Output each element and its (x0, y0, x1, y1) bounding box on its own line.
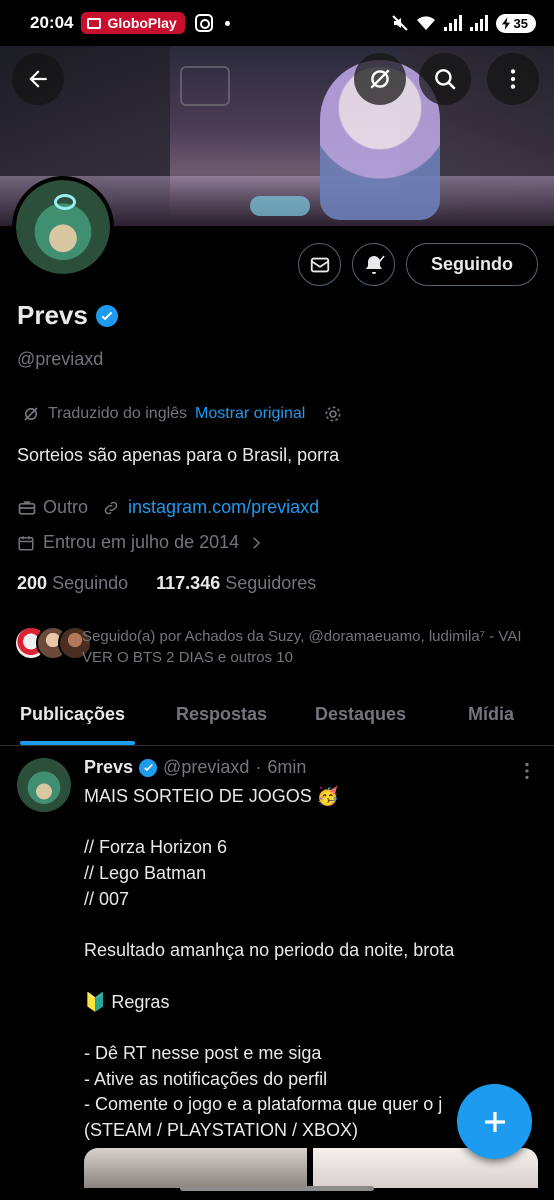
search-button[interactable] (419, 53, 471, 105)
joined-row[interactable]: Entrou em julho de 2014 (17, 532, 265, 553)
profile-name: Prevs (17, 300, 88, 330)
calendar-icon (18, 535, 34, 550)
message-button[interactable] (298, 243, 341, 286)
profile-name-row: Prevs (17, 300, 118, 331)
home-indicator[interactable] (180, 1186, 374, 1191)
notification-dot (224, 20, 230, 26)
notifications-button[interactable] (352, 243, 395, 286)
tv-icon (87, 17, 102, 29)
tweet-author-name[interactable]: Prevs (84, 757, 133, 778)
mail-icon (310, 257, 329, 272)
globoplay-label: GloboPlay (107, 15, 177, 31)
translation-row: Traduzido do inglês Mostrar original (22, 404, 343, 424)
signal-icon-2 (469, 15, 488, 31)
signal-icon (443, 15, 462, 31)
profile-tabs: Publicações Respostas Destaques Mídia (0, 690, 554, 746)
followed-by-text[interactable]: Seguido(a) por Achados da Suzy, @doramae… (82, 626, 542, 668)
verified-badge-icon (95, 304, 118, 327)
following-count-link[interactable]: 200 Seguindo (17, 573, 128, 594)
profile-category: Outro (43, 497, 89, 517)
translate-toggle-button[interactable] (354, 53, 406, 105)
follow-counts: 200 Seguindo 117.346 Seguidores (17, 573, 316, 594)
charging-icon (501, 16, 510, 30)
active-tab-indicator (20, 741, 135, 745)
translate-icon (370, 69, 390, 89)
tweet-author-handle: @previaxd (163, 757, 250, 777)
show-original-link[interactable]: Mostrar original (195, 405, 305, 423)
globoplay-chip: GloboPlay (81, 12, 185, 34)
back-button[interactable] (12, 53, 64, 105)
more-options-button[interactable] (487, 53, 539, 105)
verified-badge-icon (139, 758, 158, 777)
search-icon (435, 69, 456, 90)
tab-midia[interactable]: Mídia (468, 704, 514, 725)
tweet-header: Prevs @previaxd · 6min (84, 757, 306, 778)
following-button[interactable]: Seguindo (406, 243, 538, 286)
followers-count-link[interactable]: 117.346 Seguidores (156, 573, 316, 594)
translated-label: Traduzido do inglês (48, 405, 188, 422)
instagram-icon (194, 14, 213, 32)
following-count: 200 (17, 573, 48, 593)
tweet-time: 6min (267, 757, 307, 777)
tweet-media-image-1[interactable] (84, 1148, 307, 1188)
profile-website-link[interactable]: instagram.com/previaxd (128, 497, 319, 518)
profile-avatar[interactable] (12, 176, 114, 278)
bell-check-icon (365, 255, 385, 274)
more-vertical-icon (510, 69, 516, 89)
arrow-left-icon (29, 70, 47, 88)
joined-date: Entrou em julho de 2014 (43, 532, 240, 552)
compose-post-button[interactable] (457, 1084, 532, 1159)
following-label: Seguindo (52, 573, 129, 593)
followers-label: Seguidores (225, 573, 317, 593)
briefcase-icon (18, 500, 36, 515)
plus-icon (484, 1111, 505, 1132)
tab-publicacoes[interactable]: Publicações (20, 704, 125, 725)
followed-by-avatars[interactable] (14, 626, 92, 660)
wifi-icon (416, 16, 435, 30)
battery-level: 35 (513, 15, 528, 31)
tweet-author-avatar[interactable] (17, 758, 71, 812)
translate-icon (24, 407, 38, 421)
tweet-more-icon[interactable] (516, 760, 538, 782)
followers-count: 117.346 (156, 573, 221, 593)
status-bar: 20:04 GloboPlay 35 (0, 0, 554, 46)
link-icon (104, 501, 118, 514)
profile-bio: Sorteios são apenas para o Brasil, porra (17, 445, 340, 465)
tab-respostas[interactable]: Respostas (176, 704, 267, 725)
chevron-right-icon (253, 536, 261, 549)
status-time: 20:04 (30, 13, 74, 32)
tab-destaques[interactable]: Destaques (315, 704, 406, 725)
mute-icon (391, 15, 408, 31)
profile-meta-row: Outro instagram.com/previaxd (17, 497, 319, 518)
tweet-separator: · (255, 757, 262, 777)
gear-icon[interactable] (323, 404, 343, 424)
profile-handle: @previaxd (17, 349, 104, 369)
battery-indicator: 35 (495, 13, 536, 33)
